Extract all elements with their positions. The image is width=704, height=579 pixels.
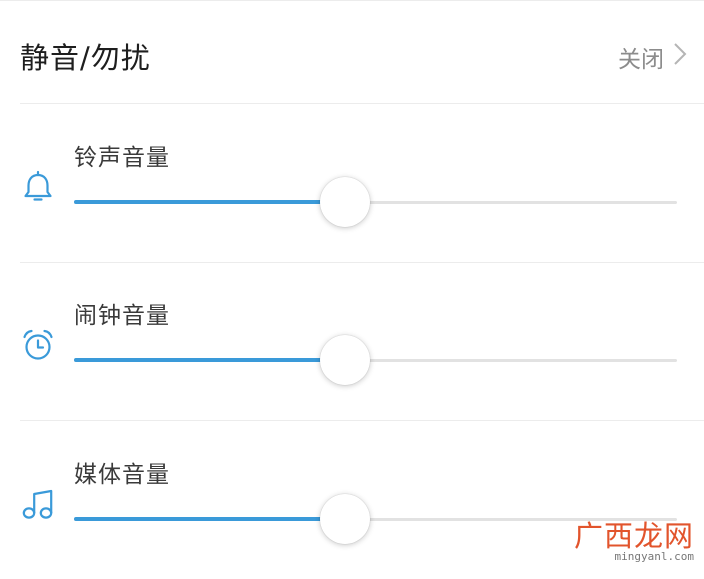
slider-thumb[interactable] — [320, 494, 371, 544]
alarm-volume-slider[interactable] — [74, 335, 677, 385]
dnd-title: 静音/勿扰 — [20, 41, 151, 75]
dnd-row[interactable]: 静音/勿扰 关闭 — [0, 1, 704, 103]
chevron-right-icon — [674, 43, 687, 65]
dnd-status: 关闭 — [618, 47, 664, 73]
alarm-volume-row: 闹钟音量 — [0, 262, 704, 420]
alarm-clock-icon — [19, 326, 57, 364]
media-volume-label: 媒体音量 — [74, 462, 170, 488]
slider-fill — [74, 200, 346, 204]
alarm-volume-label: 闹钟音量 — [74, 303, 170, 329]
ringtone-volume-row: 铃声音量 — [0, 104, 704, 262]
slider-fill — [74, 517, 346, 521]
watermark: 广西龙网 mingyanl.com — [566, 513, 694, 563]
ringtone-volume-slider[interactable] — [74, 177, 677, 227]
slider-thumb[interactable] — [320, 335, 371, 385]
slider-fill — [74, 358, 346, 362]
slider-thumb[interactable] — [320, 177, 371, 227]
music-note-icon — [19, 485, 57, 523]
watermark-text: 广西龙网 — [573, 519, 694, 553]
ringtone-volume-label: 铃声音量 — [74, 145, 170, 171]
watermark-url: mingyanl.com — [614, 550, 694, 563]
bell-icon — [19, 168, 57, 206]
